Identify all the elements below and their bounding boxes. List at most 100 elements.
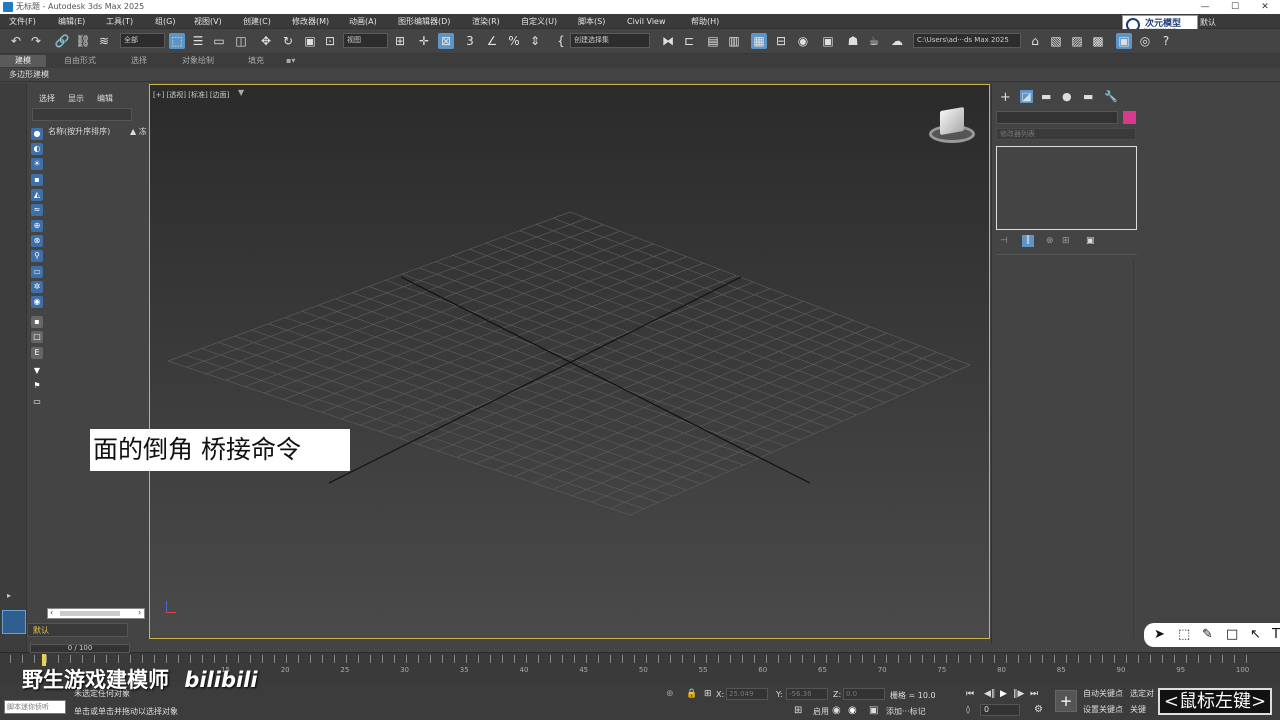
schematic-view-icon[interactable]: ⊟: [773, 33, 789, 49]
display-invert-icon[interactable]: E: [31, 347, 43, 359]
scene-tab-edit[interactable]: 编辑: [97, 93, 113, 104]
menu-modifiers[interactable]: 修改器(M): [292, 15, 329, 28]
group-filter-icon[interactable]: ⊕: [31, 220, 43, 232]
go-to-end-icon[interactable]: ⏭: [1030, 689, 1038, 699]
menu-edit[interactable]: 编辑(E): [58, 15, 85, 28]
placement-icon[interactable]: ⊡: [322, 33, 338, 49]
reference-coordinate-dropdown[interactable]: 视图: [343, 33, 388, 48]
render-in-cloud-icon[interactable]: ☁: [889, 33, 905, 49]
filter-funnel-icon[interactable]: ▼: [31, 365, 43, 377]
bone-filter-icon[interactable]: ⚲: [31, 250, 43, 262]
enable-toggle-icon[interactable]: ◉: [832, 705, 841, 716]
curve-editor-icon[interactable]: ▦: [751, 33, 767, 49]
toolbar-icon-c[interactable]: ▩: [1090, 33, 1106, 49]
menu-tools[interactable]: 工具(T): [106, 15, 133, 28]
layer-explorer-icon[interactable]: ▤: [705, 33, 721, 49]
layer-swatch[interactable]: [2, 610, 26, 634]
menu-animation[interactable]: 动画(A): [349, 15, 377, 28]
menu-civil-view[interactable]: Civil View: [627, 15, 666, 28]
scroll-thumb[interactable]: [60, 611, 120, 616]
previous-frame-icon[interactable]: ◀‖: [984, 689, 995, 699]
render-frame-icon[interactable]: ☗: [845, 33, 861, 49]
object-name-input[interactable]: [996, 111, 1118, 124]
keyboard-shortcut-override-icon[interactable]: ⊠: [438, 33, 454, 49]
add-time-tag[interactable]: 添加···标记: [886, 706, 926, 717]
select-tool-icon[interactable]: ⬚: [1178, 627, 1190, 642]
edit-named-selection-icon[interactable]: {: [553, 33, 569, 49]
viewcube-icon[interactable]: [928, 105, 978, 147]
go-to-start-icon[interactable]: ⏮: [966, 689, 974, 699]
menu-file[interactable]: 文件(F): [9, 15, 36, 28]
shape-filter-icon[interactable]: ◐: [31, 143, 43, 155]
modifier-list-dropdown[interactable]: 修改器列表: [996, 128, 1136, 140]
ribbon-tab-selection[interactable]: 选择: [131, 55, 147, 67]
arrow-tool-icon[interactable]: ↖: [1250, 627, 1261, 642]
y-coordinate-field[interactable]: -56.36: [786, 688, 828, 700]
angle-snap-icon[interactable]: ∠: [484, 33, 500, 49]
toolbar-icon-e[interactable]: ◎: [1137, 33, 1153, 49]
menu-graph-editors[interactable]: 图形编辑器(D): [398, 15, 450, 28]
rotate-icon[interactable]: ↻: [280, 33, 296, 49]
set-key-big-icon[interactable]: +: [1055, 690, 1077, 712]
isolate-selection-icon[interactable]: ⊕: [666, 689, 674, 699]
pin-stack-icon[interactable]: ⊣: [1000, 236, 1008, 246]
menu-help[interactable]: 帮助(H): [691, 15, 719, 28]
close-button[interactable]: ✕: [1250, 0, 1280, 14]
display-all-icon[interactable]: ▪: [31, 316, 43, 328]
modify-tab-icon[interactable]: ◪: [1020, 90, 1033, 103]
scene-column-header[interactable]: 名称(按升序排序): [48, 126, 110, 137]
auto-key-button[interactable]: 自动关键点: [1083, 688, 1123, 699]
mirror-icon[interactable]: ⧓: [660, 33, 676, 49]
snaps-toggle-icon[interactable]: 3: [462, 33, 478, 49]
light-filter-icon[interactable]: ☀: [31, 158, 43, 170]
selection-filter-dropdown[interactable]: 全部: [120, 33, 165, 48]
modifier-stack[interactable]: [996, 146, 1137, 230]
ribbon-tab-modeling[interactable]: 建模: [0, 55, 46, 67]
scroll-left-icon[interactable]: ‹: [50, 608, 53, 617]
project-folder-icon[interactable]: ⌂: [1027, 33, 1043, 49]
rectangular-selection-icon[interactable]: ▭: [211, 33, 227, 49]
ribbon-tab-object-paint[interactable]: 对象绘制: [182, 55, 214, 67]
make-unique-icon[interactable]: ⊗: [1046, 236, 1054, 246]
play-icon[interactable]: ▶: [1000, 689, 1007, 699]
motion-tab-icon[interactable]: ●: [1062, 90, 1072, 103]
move-icon[interactable]: ✥: [258, 33, 274, 49]
align-icon[interactable]: ⊏: [681, 33, 697, 49]
maxscript-listener[interactable]: 脚本迷你侦听: [4, 700, 66, 714]
toolbar-icon-f[interactable]: ?: [1158, 33, 1174, 49]
ribbon-tab-freeform[interactable]: 自由形式: [64, 55, 96, 67]
menu-scripting[interactable]: 脚本(S): [578, 15, 605, 28]
pointer-tool-icon[interactable]: ➤: [1154, 627, 1165, 642]
adaptive-degradation-icon[interactable]: ⊞: [794, 705, 802, 716]
z-coordinate-field[interactable]: 0.0: [843, 688, 885, 700]
ribbon-sub-label[interactable]: 多边形建模: [9, 69, 49, 80]
bind-spacewarp-icon[interactable]: ≋: [96, 33, 112, 49]
scene-search-input[interactable]: [32, 108, 132, 121]
selection-lock-icon[interactable]: 🔒: [686, 689, 697, 699]
time-config-icon[interactable]: ⚙: [1034, 704, 1043, 715]
scale-icon[interactable]: ▣: [302, 33, 318, 49]
expand-arrow-icon[interactable]: ▸: [7, 591, 11, 600]
percent-snap-icon[interactable]: %: [506, 33, 522, 49]
minimize-button[interactable]: —: [1190, 0, 1220, 14]
set-key-button[interactable]: 设置关键点: [1083, 704, 1123, 715]
enable-label[interactable]: 启用: [813, 706, 829, 717]
select-manipulate-icon[interactable]: ✛: [416, 33, 432, 49]
create-tab-icon[interactable]: +: [1000, 90, 1011, 105]
time-tag-icon[interactable]: ▣: [869, 705, 878, 716]
render-setup-icon[interactable]: ▣: [820, 33, 836, 49]
sort-ascending-icon[interactable]: ▲ 冻: [130, 126, 147, 137]
select-object-icon[interactable]: ⬚: [169, 33, 185, 49]
next-frame-icon[interactable]: ‖▶: [1013, 689, 1024, 699]
menu-group[interactable]: 组(G): [155, 15, 175, 28]
undo-icon[interactable]: ↶: [8, 33, 24, 49]
hidden-filter-icon[interactable]: ◉: [31, 296, 43, 308]
toolbar-icon-d[interactable]: ▣: [1116, 33, 1132, 49]
project-path-dropdown[interactable]: C:\Users\ad···ds Max 2025: [913, 33, 1021, 48]
named-selection-dropdown[interactable]: 创建选择集: [570, 33, 650, 48]
camera-filter-icon[interactable]: ▪: [31, 174, 43, 186]
maximize-button[interactable]: ☐: [1220, 0, 1250, 14]
window-crossing-icon[interactable]: ◫: [233, 33, 249, 49]
ribbon-options-icon[interactable]: ▪▾: [286, 55, 295, 67]
utilities-tab-icon[interactable]: 🔧: [1104, 90, 1118, 103]
